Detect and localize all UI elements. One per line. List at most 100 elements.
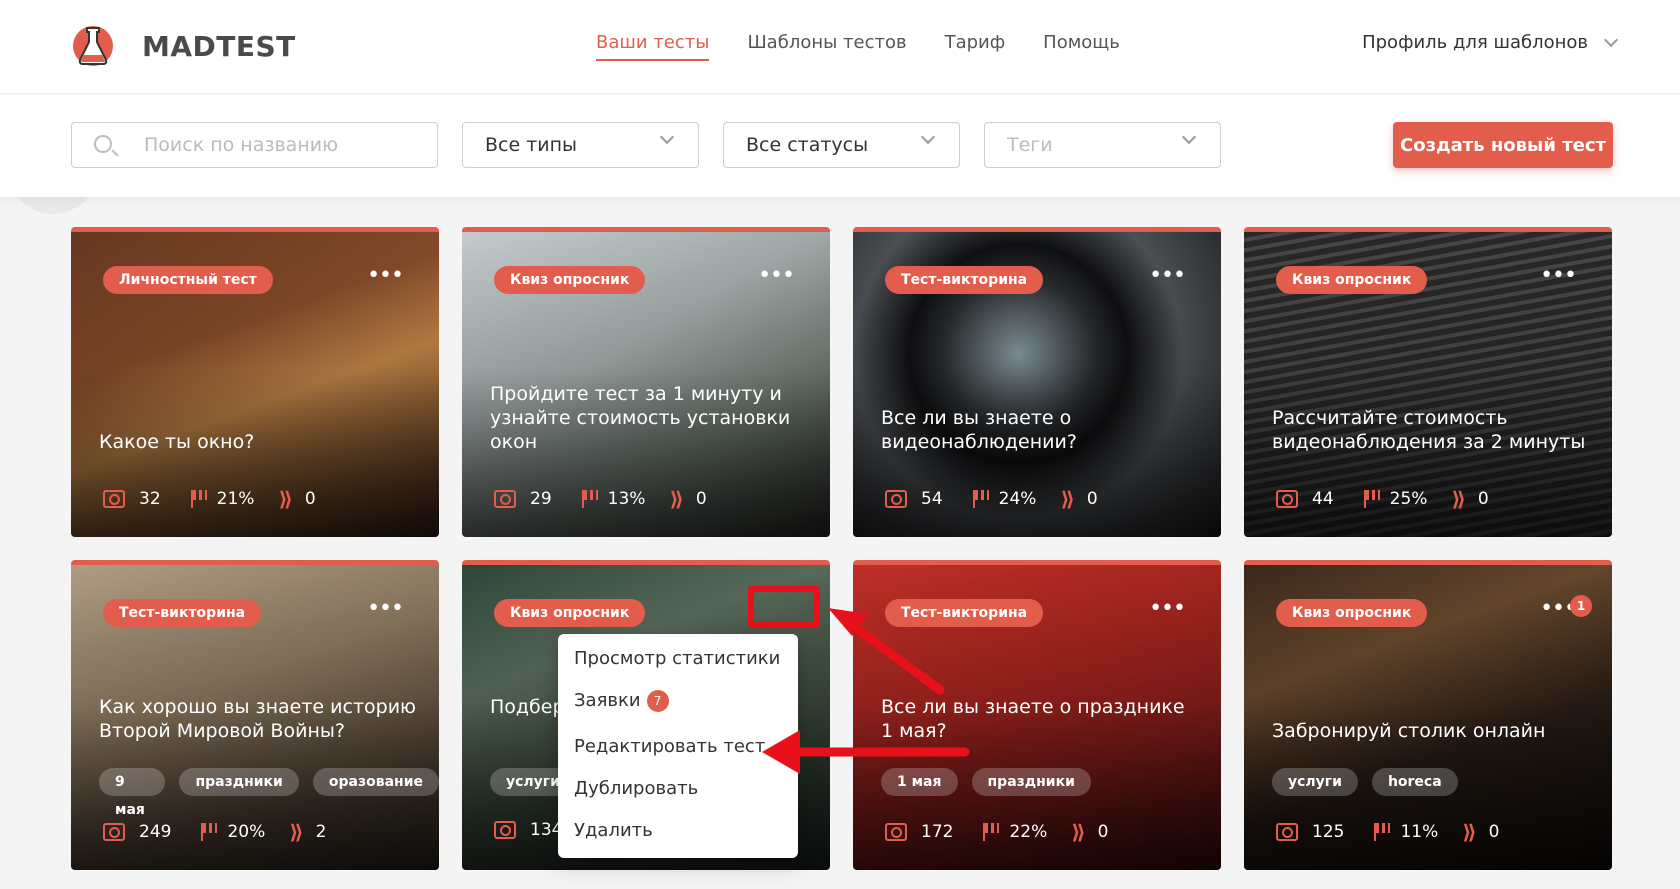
leads-arrow-icon: ⟫: [289, 820, 304, 844]
brand-name[interactable]: MADTEST: [142, 30, 296, 63]
menu-duplicate[interactable]: Дублировать: [574, 778, 698, 799]
views-count: 125: [1312, 822, 1345, 842]
card-tags: услуги horeca: [1272, 768, 1458, 796]
card-title: Все ли вы знаете о празднике 1 мая?: [881, 696, 1185, 742]
leads-arrow-icon: ⟫: [669, 487, 684, 511]
type-select-value: Все типы: [485, 134, 578, 156]
menu-requests-label: Заявки: [574, 690, 641, 711]
search-icon: [94, 135, 112, 153]
test-card[interactable]: Квиз опросник ••• 1 Забронируй столик он…: [1244, 560, 1612, 870]
card-stats: 54 24% ⟫ 0: [885, 487, 1098, 511]
card-title: Рассчитайте стоимость видеонаблюдения за…: [1272, 407, 1586, 453]
leads-count: 0: [1097, 822, 1109, 842]
status-select-value: Все статусы: [746, 134, 869, 156]
conversion-value: 24%: [998, 489, 1037, 509]
nav-help[interactable]: Помощь: [1043, 32, 1120, 61]
views-count: 29: [530, 489, 552, 509]
views-icon: [1276, 490, 1298, 508]
test-card[interactable]: Личностный тест ••• Какое ты окно? 32 21…: [71, 227, 439, 537]
nav-templates[interactable]: Шаблоны тестов: [747, 32, 906, 61]
card-title: Забронируй столик онлайн: [1272, 720, 1546, 742]
main-nav: Ваши тесты Шаблоны тестов Тариф Помощь: [596, 32, 1120, 61]
more-icon[interactable]: •••: [758, 265, 795, 287]
flag-icon: [201, 823, 218, 841]
card-stats: 125 11% ⟫ 0: [1276, 820, 1500, 844]
search-input[interactable]: Поиск по названию: [71, 122, 438, 168]
leads-count: 2: [315, 822, 327, 842]
tag-chip[interactable]: horeca: [1371, 768, 1458, 796]
tag-chip[interactable]: праздники: [971, 768, 1091, 796]
flag-icon: [1374, 823, 1391, 841]
views-count: 172: [921, 822, 954, 842]
profile-menu[interactable]: Профиль для шаблонов: [1362, 32, 1619, 53]
profile-label: Профиль для шаблонов: [1362, 32, 1588, 53]
more-icon[interactable]: •••: [1149, 598, 1186, 620]
views-count: 32: [139, 489, 161, 509]
views-icon: [103, 490, 125, 508]
leads-arrow-icon: ⟫: [278, 487, 293, 511]
views-icon: [494, 490, 516, 508]
leads-count: 0: [1086, 489, 1098, 509]
tags-select[interactable]: Теги: [984, 122, 1221, 168]
test-card[interactable]: Квиз опросник ••• Пройдите тест за 1 мин…: [462, 227, 830, 537]
requests-count-badge: 7: [646, 690, 669, 712]
views-icon: [1276, 823, 1298, 841]
nav-pricing[interactable]: Тариф: [945, 32, 1006, 61]
menu-edit-test[interactable]: Редактировать тест: [574, 736, 765, 757]
menu-view-stats[interactable]: Просмотр статистики: [574, 648, 780, 669]
views-count: 249: [139, 822, 172, 842]
card-type-badge: Квиз опросник: [1276, 599, 1428, 627]
card-title: Какое ты окно?: [99, 431, 255, 453]
conversion-value: 20%: [227, 822, 266, 842]
tags-placeholder: Теги: [1007, 134, 1053, 156]
views-icon: [885, 490, 907, 508]
leads-count: 0: [695, 489, 707, 509]
card-type-badge: Тест-викторина: [103, 599, 262, 627]
flag-icon: [1363, 490, 1380, 508]
card-title: Пройдите тест за 1 минуту и узнайте стои…: [490, 383, 791, 453]
more-icon[interactable]: •••: [367, 265, 404, 287]
nav-your-tests[interactable]: Ваши тесты: [596, 32, 710, 61]
leads-arrow-icon: ⟫: [1462, 820, 1477, 844]
tag-chip[interactable]: 9 мая: [99, 768, 166, 818]
highlight-more-button: [748, 586, 820, 628]
chevron-down-icon: [920, 129, 936, 145]
card-stats: 44 25% ⟫ 0: [1276, 487, 1489, 511]
menu-requests[interactable]: Заявки 7: [574, 690, 669, 712]
card-type-badge: Тест-викторина: [885, 599, 1044, 627]
views-icon: [103, 823, 125, 841]
test-card[interactable]: Квиз опросник ••• Рассчитайте стоимость …: [1244, 227, 1612, 537]
leads-count: 0: [304, 489, 316, 509]
leads-arrow-icon: ⟫: [1451, 487, 1466, 511]
card-title: Все ли вы знаете о видеонаблюдении?: [881, 407, 1077, 453]
logo-flask-icon[interactable]: [70, 22, 116, 70]
more-icon[interactable]: •••: [1149, 265, 1186, 287]
leads-arrow-icon: ⟫: [1060, 487, 1075, 511]
top-header: MADTEST Ваши тесты Шаблоны тестов Тариф …: [0, 0, 1680, 94]
tag-chip[interactable]: праздники: [179, 768, 299, 796]
more-icon[interactable]: •••: [367, 598, 404, 620]
notification-badge: 1: [1570, 595, 1592, 617]
conversion-value: 21%: [216, 489, 255, 509]
tag-chip[interactable]: 1 мая: [881, 768, 958, 796]
test-card[interactable]: Тест-викторина ••• Как хорошо вы знаете …: [71, 560, 439, 870]
conversion-value: 13%: [607, 489, 646, 509]
card-type-badge: Квиз опросник: [1276, 266, 1428, 294]
menu-delete[interactable]: Удалить: [574, 820, 653, 841]
type-select[interactable]: Все типы: [462, 122, 699, 168]
leads-arrow-icon: ⟫: [1071, 820, 1086, 844]
leads-count: 0: [1488, 822, 1500, 842]
test-card[interactable]: Тест-викторина ••• Все ли вы знаете о ви…: [853, 227, 1221, 537]
more-icon[interactable]: •••: [1540, 265, 1577, 287]
filter-toolbar: Поиск по названию Все типы Все статусы Т…: [0, 95, 1680, 197]
card-type-badge: Тест-викторина: [885, 266, 1044, 294]
test-card[interactable]: Тест-викторина ••• Все ли вы знаете о пр…: [853, 560, 1221, 870]
card-stats: 32 21% ⟫ 0: [103, 487, 316, 511]
status-select[interactable]: Все статусы: [723, 122, 960, 168]
tag-chip[interactable]: услуги: [1272, 768, 1358, 796]
tag-chip[interactable]: оразование: [312, 768, 439, 796]
card-type-badge: Квиз опросник: [494, 599, 646, 627]
chevron-down-icon: [659, 129, 675, 145]
create-test-button[interactable]: Создать новый тест: [1393, 122, 1613, 168]
leads-count: 0: [1477, 489, 1489, 509]
